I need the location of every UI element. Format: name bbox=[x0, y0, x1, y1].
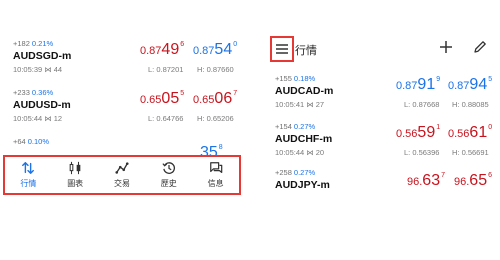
bottom-navigation: 行情 圖表 交易 歷史 信息 bbox=[3, 155, 241, 195]
change-label: +258 0.27% bbox=[275, 168, 316, 177]
time-spread: 10:05:44 ⋈ 20 bbox=[275, 148, 325, 157]
symbol-label: AUDSGD-m bbox=[13, 50, 72, 62]
edit-button[interactable] bbox=[473, 40, 487, 54]
low-price: L: 0.56396 bbox=[404, 148, 440, 157]
high-price: H: 0.88085 bbox=[452, 100, 489, 109]
change-label: +155 0.18% bbox=[275, 74, 316, 83]
quote-row-audsgd[interactable]: +182 0.21% AUDSGD-m 10:05:39 ⋈ 44 0.87496 0… bbox=[0, 39, 243, 91]
quotes-icon bbox=[22, 162, 35, 174]
low-price: L: 0.87201 bbox=[148, 65, 184, 74]
change-label: +233 0.36% bbox=[13, 88, 54, 97]
history-icon bbox=[162, 162, 175, 174]
menu-button[interactable] bbox=[270, 36, 294, 62]
nav-label: 行情 bbox=[20, 179, 37, 188]
bid-price: 0.56591 bbox=[396, 124, 441, 141]
ask-price: 96.656 bbox=[454, 172, 492, 189]
nav-label: 信息 bbox=[207, 179, 224, 188]
quote-row-partial[interactable]: +64 0.10% 358 bbox=[0, 137, 243, 157]
nav-label: 交易 bbox=[113, 179, 130, 188]
nav-messages[interactable]: 信息 bbox=[194, 161, 238, 189]
bid-price: 0.87496 bbox=[140, 41, 185, 58]
nav-trade[interactable]: 交易 bbox=[100, 161, 144, 189]
ask-price: 0.65067 bbox=[193, 90, 238, 107]
hamburger-icon bbox=[276, 44, 288, 54]
ask-price: 0.56610 bbox=[448, 124, 493, 141]
time-spread: 10:05:41 ⋈ 27 bbox=[275, 100, 325, 109]
change-label: +64 0.10% bbox=[13, 137, 50, 146]
quote-row-audchf[interactable]: +154 0.27% AUDCHF-m 10:05:44 ⋈ 20 0.56591 0… bbox=[262, 122, 500, 174]
quote-row-audcad[interactable]: +155 0.18% AUDCAD-m 10:05:41 ⋈ 27 0.87919 0… bbox=[262, 74, 500, 126]
symbol-label: AUDUSD-m bbox=[13, 99, 71, 111]
quote-row-audusd[interactable]: +233 0.36% AUDUSD-m 10:05:44 ⋈ 12 0.65055 0… bbox=[0, 88, 243, 140]
nav-history[interactable]: 歷史 bbox=[147, 161, 191, 189]
trade-icon bbox=[115, 162, 129, 174]
plus-icon bbox=[440, 41, 452, 53]
symbol-label: AUDCHF-m bbox=[275, 133, 333, 145]
nav-label: 圖表 bbox=[67, 179, 84, 188]
pencil-icon bbox=[474, 41, 486, 53]
chart-icon bbox=[69, 161, 81, 175]
symbol-label: AUDJPY-m bbox=[275, 179, 330, 191]
nav-label: 歷史 bbox=[160, 179, 177, 188]
quote-row-audjpy[interactable]: +258 0.27% AUDJPY-m 96.637 96.656 bbox=[262, 168, 500, 220]
ask-price: 0.87945 bbox=[448, 76, 493, 93]
high-price: H: 0.65206 bbox=[197, 114, 234, 123]
high-price: H: 0.87660 bbox=[197, 65, 234, 74]
add-symbol-button[interactable] bbox=[438, 39, 454, 55]
bid-price: 0.87919 bbox=[396, 76, 441, 93]
messages-icon bbox=[209, 162, 222, 173]
bid-price: 96.637 bbox=[407, 172, 445, 189]
page-title: 行情 bbox=[295, 45, 317, 57]
symbol-label: AUDCAD-m bbox=[275, 85, 334, 97]
high-price: H: 0.56691 bbox=[452, 148, 489, 157]
bid-price: 0.65055 bbox=[140, 90, 185, 107]
time-spread: 10:05:44 ⋈ 12 bbox=[13, 114, 63, 123]
time-spread: 10:05:39 ⋈ 44 bbox=[13, 65, 63, 74]
change-label: +154 0.27% bbox=[275, 122, 316, 131]
right-quotes-panel: 行情 +155 0.18% AUDCAD-m 10:05:41 ⋈ 27 0.8791… bbox=[262, 0, 500, 260]
low-price: L: 0.64766 bbox=[148, 114, 184, 123]
left-quotes-panel: +182 0.21% AUDSGD-m 10:05:39 ⋈ 44 0.87496 0… bbox=[0, 0, 243, 260]
low-price: L: 0.87668 bbox=[404, 100, 440, 109]
nav-quotes[interactable]: 行情 bbox=[6, 161, 50, 189]
nav-chart[interactable]: 圖表 bbox=[53, 161, 97, 189]
change-label: +182 0.21% bbox=[13, 39, 54, 48]
ask-price: 0.87540 bbox=[193, 41, 238, 58]
